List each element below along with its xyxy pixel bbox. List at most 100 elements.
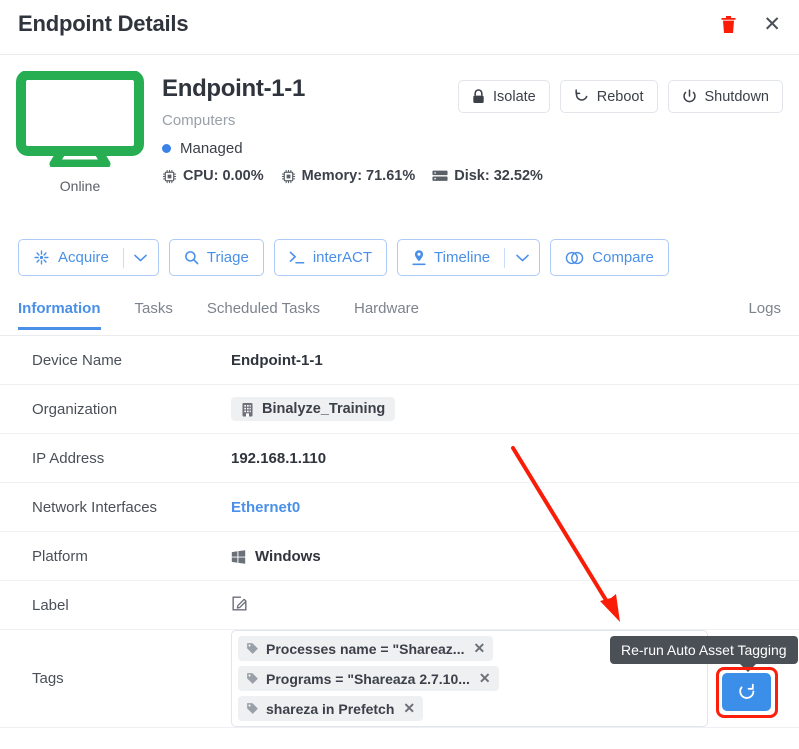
- tag-chip[interactable]: Programs = "Shareaza 2.7.10... ✕: [238, 666, 499, 691]
- platform-row-value: Windows: [231, 548, 321, 565]
- acquire-button[interactable]: Acquire: [18, 239, 159, 276]
- reboot-button[interactable]: Reboot: [559, 80, 658, 113]
- tags-row-label: Tags: [32, 670, 64, 687]
- platform-label: Windows: [255, 547, 321, 565]
- tag-chip-label: shareza in Prefetch: [266, 700, 395, 717]
- tab-logs[interactable]: Logs: [748, 294, 781, 329]
- tab-scheduled-tasks[interactable]: Scheduled Tasks: [207, 294, 320, 329]
- triage-label: Triage: [206, 249, 249, 266]
- cpu-metric-label: CPU: 0.00%: [183, 168, 264, 184]
- tab-hardware[interactable]: Hardware: [354, 294, 419, 329]
- power-icon: [682, 89, 696, 103]
- memory-metric-label: Memory: 71.61%: [301, 168, 416, 184]
- triage-main[interactable]: Triage: [170, 240, 263, 275]
- endpoint-details-modal: Endpoint Details ✕ Online Endpoint-1-1 C…: [0, 0, 799, 749]
- table-row-device-name: Device Name Endpoint-1-1: [0, 336, 799, 385]
- edit-icon[interactable]: [231, 595, 248, 616]
- resource-metrics: CPU: 0.00% Memory: 71.61% Disk: 32.52%: [162, 168, 543, 184]
- delete-icon[interactable]: [718, 13, 739, 36]
- tag-icon: [247, 673, 258, 684]
- close-icon[interactable]: ✕: [761, 12, 783, 37]
- memory-metric: Memory: 71.61%: [281, 168, 416, 184]
- acquire-label: Acquire: [58, 249, 109, 266]
- online-status-label: Online: [59, 178, 101, 194]
- reboot-label: Reboot: [596, 88, 644, 105]
- table-row-label: Label: [0, 581, 799, 630]
- platform-row-label: Platform: [32, 547, 88, 565]
- timeline-button[interactable]: Timeline: [397, 239, 541, 276]
- information-details-table: Device Name Endpoint-1-1 Organization Bi…: [0, 336, 799, 728]
- acquire-chevron-down-icon[interactable]: [124, 240, 158, 275]
- network-interfaces-link[interactable]: Ethernet0: [231, 499, 300, 516]
- device-group-label: Computers: [162, 112, 236, 129]
- triage-button[interactable]: Triage: [168, 239, 264, 276]
- isolate-button[interactable]: Isolate: [458, 80, 550, 113]
- tag-remove-icon[interactable]: ✕: [403, 700, 415, 717]
- modal-header: Endpoint Details ✕: [0, 0, 799, 55]
- device-status-visual: Online: [14, 70, 146, 194]
- building-icon: [242, 402, 253, 416]
- monitor-icon: [16, 70, 144, 169]
- ip-address-row-label: IP Address: [32, 449, 105, 467]
- organization-chip-label: Binalyze_Training: [262, 401, 386, 417]
- power-actions: Isolate Reboot Shutdown: [458, 80, 783, 113]
- tag-icon: [247, 643, 258, 654]
- shutdown-button[interactable]: Shutdown: [667, 80, 783, 113]
- acquire-icon: [34, 250, 49, 265]
- tag-chip[interactable]: shareza in Prefetch ✕: [238, 696, 424, 721]
- compare-icon: [565, 251, 584, 264]
- search-icon: [184, 251, 199, 265]
- table-row-platform: Platform Windows: [0, 532, 799, 581]
- ip-address-row-value: 192.168.1.110: [231, 449, 327, 467]
- timeline-pin-icon: [412, 250, 426, 266]
- label-row-label: Label: [32, 596, 69, 614]
- organization-row-value: Binalyze_Training: [231, 397, 396, 421]
- label-row-value: [231, 595, 248, 616]
- managed-status-label: Managed: [180, 140, 243, 157]
- table-row-network-interfaces: Network Interfaces Ethernet0: [0, 483, 799, 532]
- status-dot-icon: [162, 144, 171, 153]
- platform-value-wrap: Windows: [231, 548, 321, 565]
- compare-button[interactable]: Compare: [550, 239, 669, 276]
- organization-chip[interactable]: Binalyze_Training: [231, 397, 396, 421]
- cpu-metric: CPU: 0.00%: [162, 168, 264, 184]
- timeline-main[interactable]: Timeline: [398, 240, 504, 275]
- acquire-main[interactable]: Acquire: [19, 240, 123, 275]
- tag-remove-icon[interactable]: ✕: [479, 670, 491, 687]
- tag-chip[interactable]: Processes name = "Shareaz... ✕: [238, 636, 494, 661]
- timeline-label: Timeline: [434, 249, 491, 266]
- compare-main[interactable]: Compare: [551, 240, 668, 275]
- page-title: Endpoint Details: [18, 11, 189, 36]
- table-row-organization: Organization Binalyze_Training: [0, 385, 799, 434]
- interact-main[interactable]: interACT: [275, 240, 386, 275]
- organization-row-label: Organization: [32, 400, 118, 418]
- tooltip-arrow-icon: [740, 664, 756, 672]
- terminal-icon: [289, 251, 305, 264]
- header-actions: ✕: [718, 12, 783, 37]
- network-interfaces-row-label: Network Interfaces: [32, 498, 158, 516]
- tag-chip-label: Processes name = "Shareaz...: [266, 640, 465, 657]
- reboot-icon: [575, 89, 588, 101]
- managed-status: Managed: [162, 140, 543, 157]
- tag-chip-label: Programs = "Shareaza 2.7.10...: [266, 670, 470, 687]
- tab-bar: Information Tasks Scheduled Tasks Hardwa…: [0, 294, 799, 336]
- shutdown-label: Shutdown: [704, 88, 770, 105]
- tag-icon: [247, 703, 258, 714]
- rerun-auto-asset-tagging-button[interactable]: [722, 673, 771, 711]
- cpu-icon: [162, 169, 177, 183]
- disk-metric: Disk: 32.52%: [432, 168, 543, 184]
- timeline-chevron-down-icon[interactable]: [505, 240, 539, 275]
- interact-label: interACT: [312, 249, 373, 266]
- interact-button[interactable]: interACT: [273, 239, 388, 276]
- tab-tasks[interactable]: Tasks: [135, 294, 173, 329]
- device-name-row-label: Device Name: [32, 351, 123, 369]
- table-row-ip-address: IP Address 192.168.1.110: [0, 434, 799, 483]
- tag-remove-icon[interactable]: ✕: [473, 640, 485, 657]
- rerun-tooltip: Re-run Auto Asset Tagging: [610, 636, 798, 664]
- disk-metric-label: Disk: 32.52%: [454, 168, 543, 184]
- tab-information[interactable]: Information: [18, 294, 101, 330]
- refresh-icon: [738, 683, 754, 699]
- disk-icon: [432, 170, 448, 181]
- primary-action-toolbar: Acquire Triage interACT Timeline Compare: [0, 239, 799, 287]
- compare-label: Compare: [592, 249, 654, 266]
